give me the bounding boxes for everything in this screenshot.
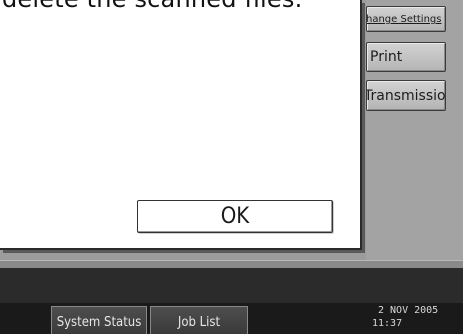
system-status-button[interactable]: System Status [51, 306, 147, 334]
change-settings-label: Change Settings [366, 14, 442, 25]
transmission-button[interactable]: Transmission [366, 80, 446, 111]
right-side-panel [366, 0, 463, 260]
print-label: Print [370, 49, 403, 65]
transmission-label: Transmission [366, 87, 446, 104]
change-settings-button[interactable]: Change Settings [366, 6, 446, 32]
date-time-display: 2 NOV 2005 11:37 [370, 304, 450, 330]
ok-button[interactable]: OK [137, 200, 333, 233]
print-button[interactable]: Print [366, 42, 446, 72]
date-text: 2 NOV 2005 [378, 305, 439, 316]
time-text: 11:37 [372, 318, 403, 329]
job-list-button[interactable]: Job List [150, 306, 248, 334]
dialog-message: delete the scanned files. [2, 0, 302, 13]
